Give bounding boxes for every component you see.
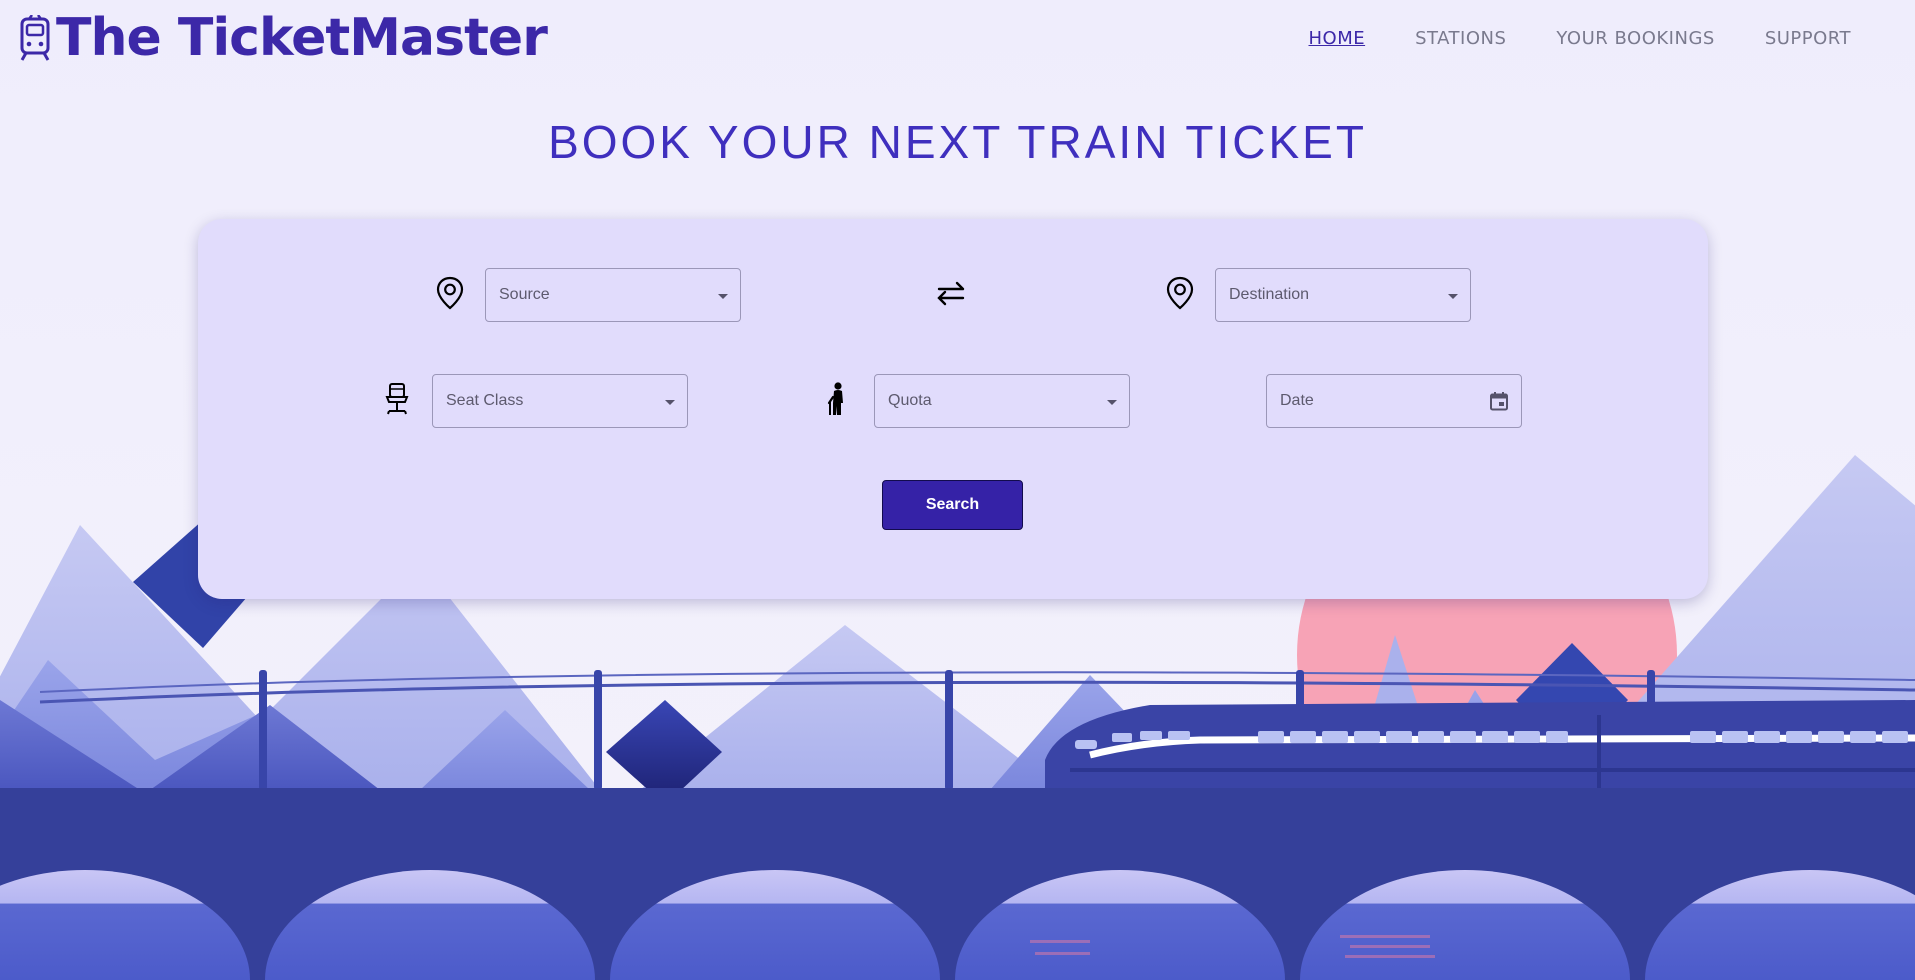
brand-logo[interactable]: The TicketMaster bbox=[18, 8, 548, 68]
booking-form-card: Source Destination Seat Class Quota Date… bbox=[198, 219, 1708, 599]
elderly-person-icon bbox=[823, 381, 855, 417]
date-placeholder: Date bbox=[1280, 392, 1314, 409]
seat-class-select[interactable]: Seat Class bbox=[432, 374, 688, 428]
destination-placeholder: Destination bbox=[1229, 286, 1310, 303]
chevron-down-icon bbox=[1107, 400, 1117, 405]
calendar-icon[interactable] bbox=[1489, 391, 1509, 411]
brand-name: The TicketMaster bbox=[56, 8, 548, 68]
train-icon bbox=[18, 14, 52, 61]
destination-select[interactable]: Destination bbox=[1215, 268, 1471, 322]
chevron-down-icon bbox=[665, 400, 675, 405]
source-placeholder: Source bbox=[499, 286, 550, 303]
chevron-down-icon bbox=[1448, 294, 1458, 299]
nav-your-bookings[interactable]: YOUR BOOKINGS bbox=[1556, 28, 1714, 49]
date-input[interactable]: Date bbox=[1266, 374, 1522, 428]
train-silhouette bbox=[1045, 700, 1915, 790]
nav-home[interactable]: HOME bbox=[1309, 28, 1366, 49]
site-header: The TicketMaster HOME STATIONS YOUR BOOK… bbox=[0, 0, 1915, 80]
chevron-down-icon bbox=[718, 294, 728, 299]
seat-class-placeholder: Seat Class bbox=[446, 392, 524, 409]
quota-select[interactable]: Quota bbox=[874, 374, 1130, 428]
map-pin-icon bbox=[1164, 275, 1196, 311]
map-pin-icon bbox=[434, 275, 466, 311]
page-title: BOOK YOUR NEXT TRAIN TICKET bbox=[548, 116, 1367, 168]
quota-placeholder: Quota bbox=[888, 392, 932, 409]
nav-support[interactable]: SUPPORT bbox=[1765, 28, 1851, 49]
seat-icon bbox=[381, 381, 413, 417]
main-nav: HOME STATIONS YOUR BOOKINGS SUPPORT bbox=[1309, 28, 1852, 49]
nav-stations[interactable]: STATIONS bbox=[1415, 28, 1506, 49]
source-select[interactable]: Source bbox=[485, 268, 741, 322]
swap-arrows-icon[interactable] bbox=[935, 275, 967, 311]
search-button[interactable]: Search bbox=[882, 480, 1023, 530]
